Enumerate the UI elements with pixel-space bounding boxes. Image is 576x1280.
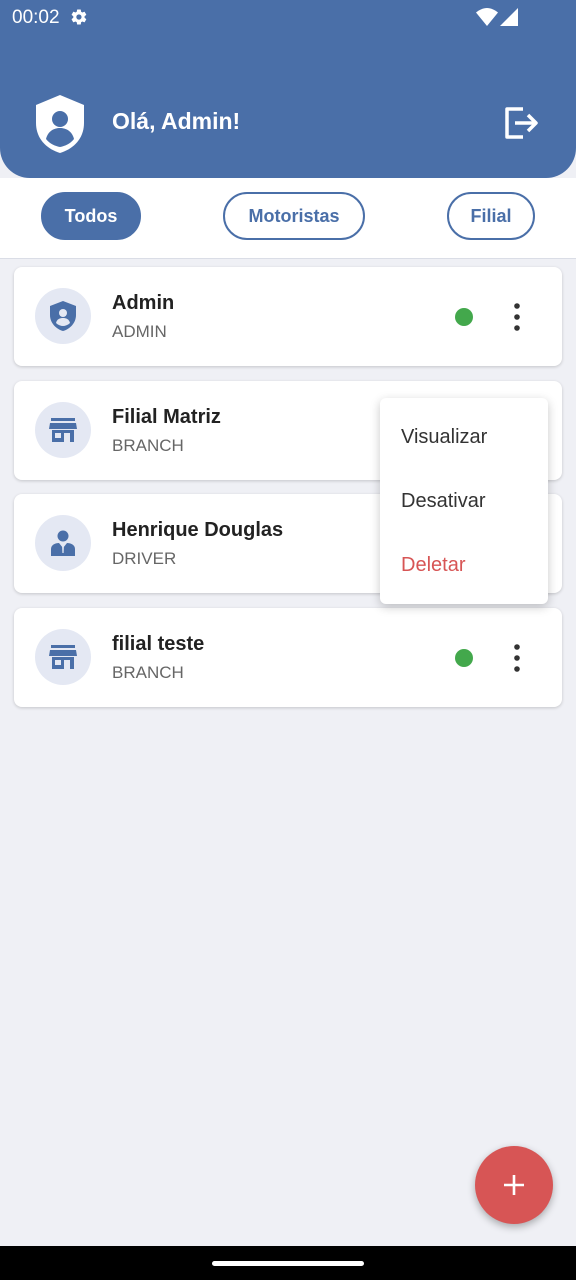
menu-item-deletar[interactable]: Deletar [401,554,465,577]
menu-item-desativar[interactable]: Desativar [401,490,485,513]
add-user-button[interactable] [475,1146,553,1224]
user-card[interactable]: filial teste BRANCH [14,608,562,707]
filter-chip-motoristas[interactable]: Motoristas [223,192,365,240]
greeting-text: Olá, Admin! [112,108,241,134]
wifi-icon [476,8,498,26]
logout-icon[interactable] [501,103,541,143]
system-nav-bar [0,1246,576,1280]
user-card[interactable]: Admin ADMIN [14,267,562,366]
filter-bar: Todos Motoristas Filial [0,178,576,259]
card-avatar [35,288,91,344]
user-role: BRANCH [112,436,184,455]
more-options-icon[interactable] [506,300,528,334]
card-avatar [35,515,91,571]
menu-item-visualizar[interactable]: Visualizar [401,426,487,449]
more-options-icon[interactable] [506,641,528,675]
status-time: 00:02 [12,7,60,28]
card-avatar [35,402,91,458]
admin-shield-icon [36,95,84,153]
plus-icon [504,1175,524,1195]
card-avatar [35,629,91,685]
user-name: Admin [112,292,175,314]
driver-icon [51,530,75,556]
settings-gear-icon [71,9,87,25]
context-menu: Visualizar Desativar Deletar [380,398,548,604]
shield-icon [50,301,76,331]
user-name: filial teste [112,633,205,655]
home-gesture-handle[interactable] [212,1261,364,1266]
user-role: DRIVER [112,549,177,568]
status-active-indicator [455,649,473,667]
status-bar: 00:02 [0,0,576,36]
user-role: BRANCH [112,663,184,682]
app-header: 00:02 Olá, Admin! [0,0,576,178]
filter-chip-todos[interactable]: Todos [41,192,141,240]
status-active-indicator [455,308,473,326]
filter-chip-filial[interactable]: Filial [447,192,535,240]
user-role: ADMIN [112,322,167,341]
user-name: Filial Matriz [112,406,221,428]
signal-icon [500,8,518,26]
user-name: Henrique Douglas [112,519,284,541]
store-icon [49,418,77,442]
store-icon [49,645,77,669]
